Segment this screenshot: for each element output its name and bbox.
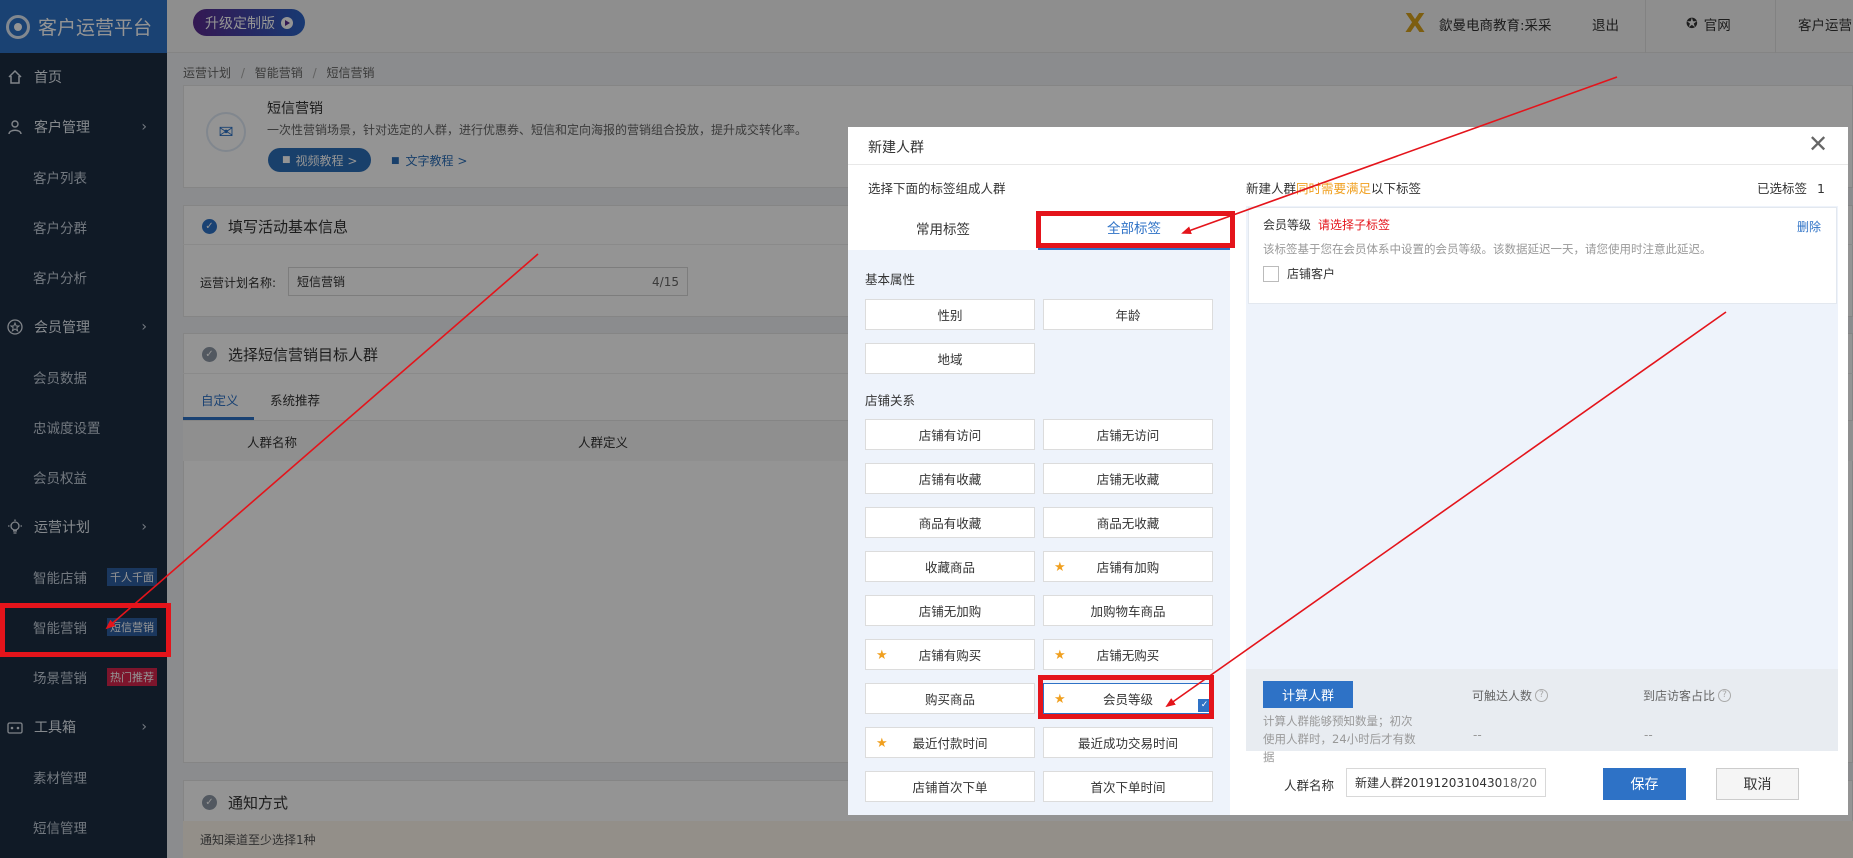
annotation-arrows	[105, 76, 1727, 708]
arrow-to-sidebar	[105, 253, 539, 630]
arrow-to-all-tags	[1181, 76, 1618, 235]
arrow-to-member-level	[1165, 311, 1727, 708]
